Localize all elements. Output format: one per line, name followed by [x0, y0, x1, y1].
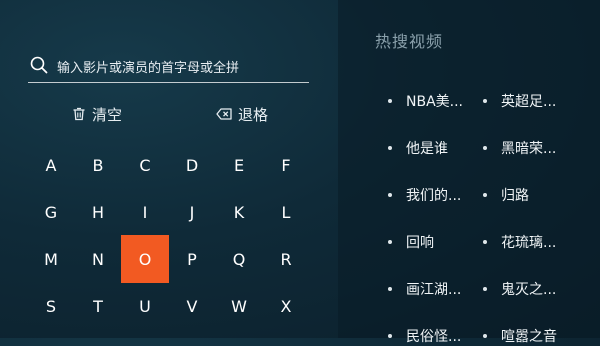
- keyboard-panel: 输入影片或演员的首字母或全拼 清空 退格 ABCDEF GHIJKL MNOPQR S…: [0, 0, 338, 338]
- key-t[interactable]: T: [74, 282, 122, 330]
- key-c[interactable]: C: [121, 141, 169, 189]
- bullet-icon: [483, 193, 487, 197]
- hot-item[interactable]: 归路: [483, 185, 529, 205]
- key-h[interactable]: H: [74, 188, 122, 236]
- key-p[interactable]: P: [168, 235, 216, 283]
- key-n[interactable]: N: [74, 235, 122, 283]
- key-l[interactable]: L: [262, 188, 310, 236]
- key-d[interactable]: D: [168, 141, 216, 189]
- key-x[interactable]: X: [262, 282, 310, 330]
- hot-item-label: 归路: [501, 188, 529, 204]
- key-u[interactable]: U: [121, 282, 169, 330]
- hot-item[interactable]: 民俗怪...: [388, 326, 461, 346]
- bullet-icon: [483, 146, 487, 150]
- search-icon: [30, 56, 48, 74]
- key-g[interactable]: G: [27, 188, 75, 236]
- key-b[interactable]: B: [74, 141, 122, 189]
- hot-search-title: 热搜视频: [375, 32, 444, 51]
- hot-item-label: 他是谁: [406, 141, 448, 157]
- hot-item[interactable]: 回响: [388, 232, 434, 252]
- hot-item-label: 英超足...: [501, 94, 557, 110]
- bullet-icon: [388, 334, 392, 338]
- key-q[interactable]: Q: [215, 235, 263, 283]
- key-v[interactable]: V: [168, 282, 216, 330]
- key-m[interactable]: M: [27, 235, 75, 283]
- hot-item[interactable]: 我们的...: [388, 185, 461, 205]
- bullet-icon: [388, 287, 392, 291]
- key-k[interactable]: K: [215, 188, 263, 236]
- hot-item[interactable]: 黑暗荣...: [483, 138, 556, 158]
- key-s[interactable]: S: [27, 282, 75, 330]
- key-w[interactable]: W: [215, 282, 263, 330]
- key-i[interactable]: I: [121, 188, 169, 236]
- bullet-icon: [388, 146, 392, 150]
- hot-item-label: 喧嚣之音: [501, 329, 557, 345]
- hot-item-label: 花琉璃...: [501, 235, 557, 251]
- bullet-icon: [388, 240, 392, 244]
- trash-icon: [73, 107, 85, 121]
- backspace-icon: [216, 108, 232, 120]
- bullet-icon: [483, 99, 487, 103]
- key-j[interactable]: J: [168, 188, 216, 236]
- hot-item[interactable]: 喧嚣之音: [483, 326, 557, 346]
- bullet-icon: [483, 334, 487, 338]
- bullet-icon: [483, 240, 487, 244]
- hot-item[interactable]: 英超足...: [483, 91, 556, 111]
- hot-item-label: 画江湖...: [406, 282, 462, 298]
- hot-item-label: 鬼灭之...: [501, 282, 557, 298]
- key-a[interactable]: A: [27, 141, 75, 189]
- key-f[interactable]: F: [262, 141, 310, 189]
- search-placeholder: 输入影片或演员的首字母或全拼: [57, 61, 240, 76]
- key-o[interactable]: O: [121, 235, 169, 283]
- bullet-icon: [483, 287, 487, 291]
- clear-label: 清空: [92, 105, 123, 124]
- clear-button[interactable]: 清空: [72, 103, 122, 125]
- hot-item[interactable]: 他是谁: [388, 138, 448, 158]
- hot-item[interactable]: NBA美...: [388, 91, 463, 111]
- hot-item-label: 黑暗荣...: [501, 141, 557, 157]
- key-r[interactable]: R: [262, 235, 310, 283]
- hot-item[interactable]: 花琉璃...: [483, 232, 556, 252]
- key-e[interactable]: E: [215, 141, 263, 189]
- bullet-icon: [388, 99, 392, 103]
- backspace-label: 退格: [238, 105, 269, 124]
- hot-item-label: 回响: [406, 235, 434, 251]
- backspace-button[interactable]: 退格: [216, 103, 268, 125]
- bullet-icon: [388, 193, 392, 197]
- hot-item[interactable]: 鬼灭之...: [483, 279, 556, 299]
- hot-item-label: 我们的...: [406, 188, 462, 204]
- hot-item-label: 民俗怪...: [406, 329, 462, 345]
- hot-item[interactable]: 画江湖...: [388, 279, 461, 299]
- search-field[interactable]: 输入影片或演员的首字母或全拼: [28, 52, 309, 83]
- hot-item-label: NBA美...: [406, 94, 464, 110]
